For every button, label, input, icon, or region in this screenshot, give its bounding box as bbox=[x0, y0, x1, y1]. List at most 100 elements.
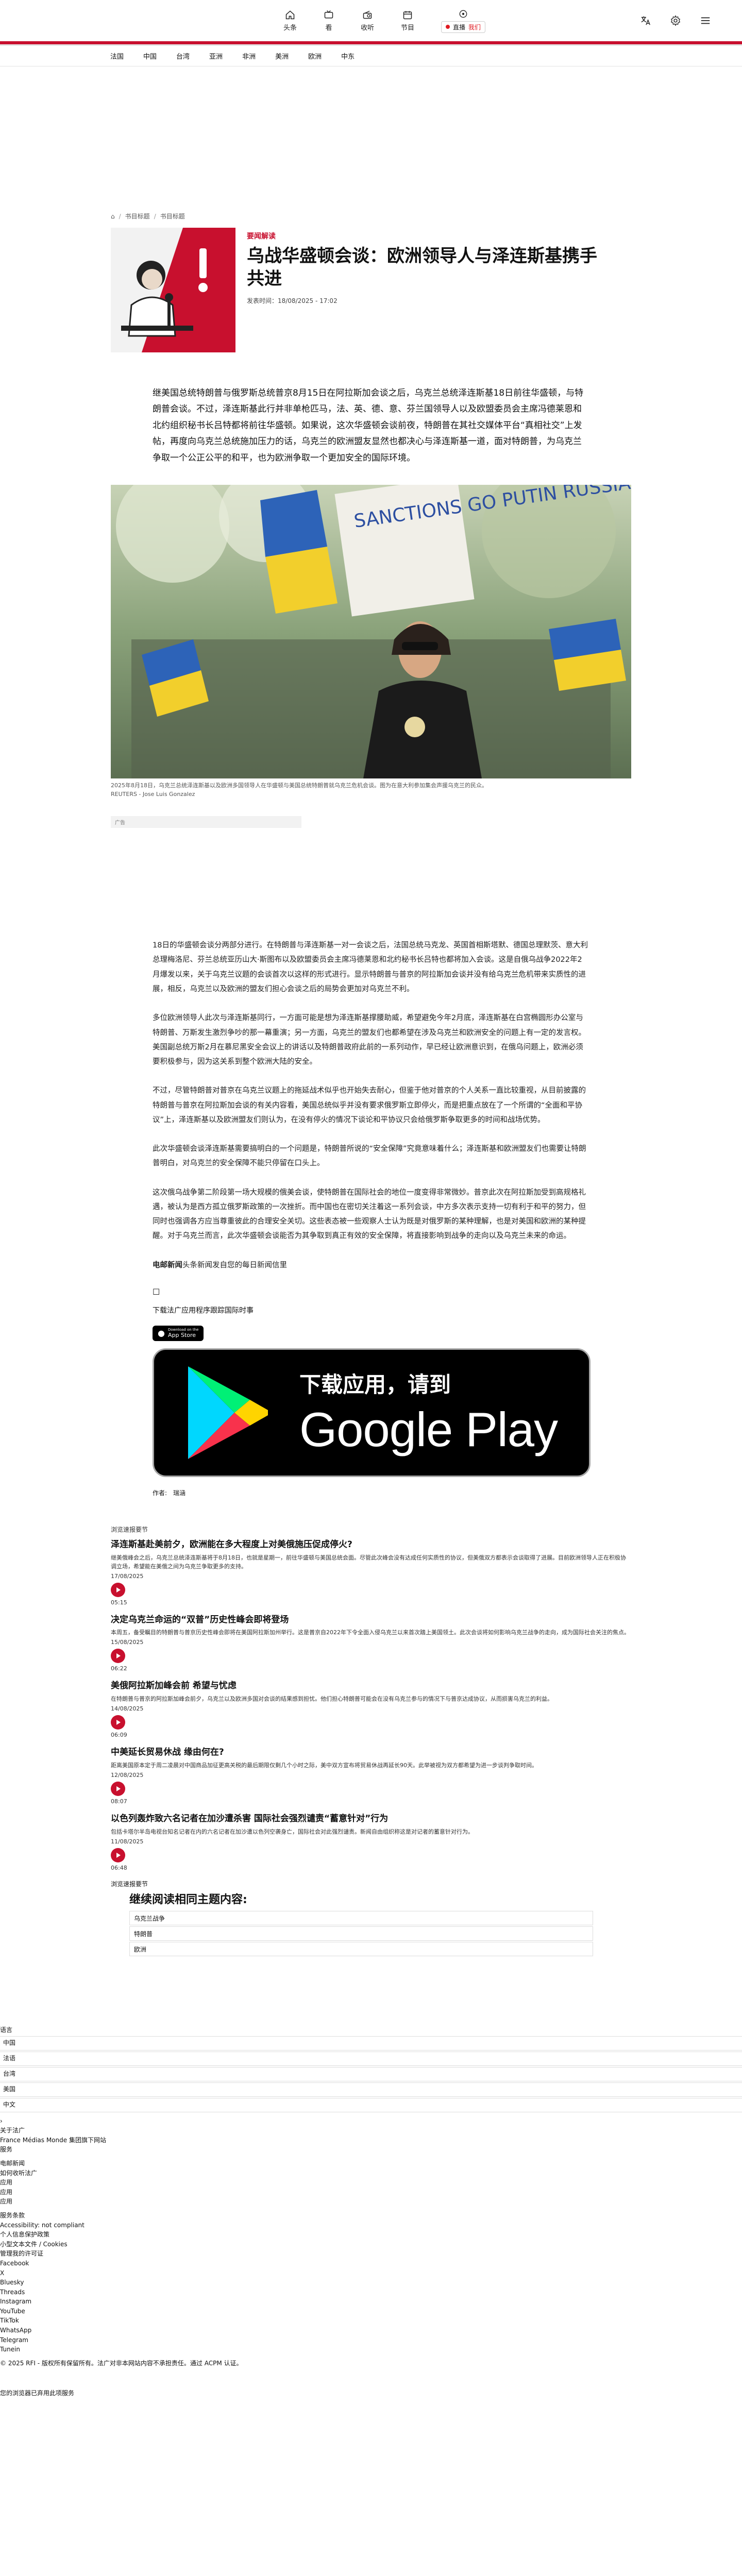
translate-icon[interactable] bbox=[640, 15, 651, 26]
feed-item-date: 15/08/2025 bbox=[111, 1639, 144, 1646]
play-icon[interactable] bbox=[111, 1582, 125, 1597]
feed-item-duration: 06:22 bbox=[111, 1665, 127, 1672]
feed-item-title[interactable]: 泽连斯基赴美前夕，欧洲能在多大程度上对美俄施压促成停火? bbox=[111, 1539, 631, 1551]
language-option[interactable]: 台湾 bbox=[0, 2066, 742, 2081]
section-link-taiwan[interactable]: 台湾 bbox=[176, 51, 190, 61]
footer-link[interactable]: France Médias Monde 集团旗下网站 bbox=[0, 2136, 742, 2145]
language-option[interactable]: 法语 bbox=[0, 2051, 742, 2066]
section-link-americas[interactable]: 美洲 bbox=[275, 51, 289, 61]
section-link-middle-east[interactable]: 中东 bbox=[341, 51, 355, 61]
feed-item[interactable]: 以色列轰炸致六名记者在加沙遭杀害 国际社会强烈谴责“蓄意针对”行为 包括卡塔尔半… bbox=[111, 1813, 631, 1871]
related-topics-title: 继续阅读相同主题内容: bbox=[129, 1893, 247, 1907]
footer-social-link[interactable]: TikTok bbox=[0, 2316, 742, 2326]
news-feed: 浏览速报要节 泽连斯基赴美前夕，欧洲能在多大程度上对美俄施压促成停火? 继美俄峰… bbox=[111, 1525, 631, 1957]
feed-item-desc: 本周五，备受瞩目的特朗普与普京历史性峰会即将在美国阿拉斯加州举行。这是普京自20… bbox=[111, 1629, 630, 1636]
live-label: 直播 bbox=[453, 23, 466, 31]
nav-listen[interactable]: 收听 bbox=[361, 10, 374, 32]
live-pill: 直播 我们 bbox=[441, 21, 486, 33]
footer-legal-social: 服务条款 Accessibility: not compliant 个人信息保护… bbox=[0, 2211, 742, 2354]
footer-social-link[interactable]: Facebook bbox=[0, 2259, 742, 2268]
breadcrumb-separator: / bbox=[119, 212, 121, 220]
bookmark-icon[interactable]: ☐ bbox=[153, 1287, 589, 1297]
section-link-asia[interactable]: 亚洲 bbox=[209, 51, 223, 61]
feed-item-title[interactable]: 以色列轰炸致六名记者在加沙遭杀害 国际社会强烈谴责“蓄意针对”行为 bbox=[111, 1813, 631, 1825]
section-link-africa[interactable]: 非洲 bbox=[242, 51, 256, 61]
footer-social-link[interactable]: YouTube bbox=[0, 2307, 742, 2316]
newsletter-promo-bold: 电邮新闻 bbox=[153, 1261, 182, 1269]
photo-caption: 2025年8月18日，乌克兰总统泽连斯基以及欧洲多国领导人在华盛顿与美国总统特朗… bbox=[111, 782, 631, 799]
footer-about: › 关于法广 France Médias Monde 集团旗下网站 服务 bbox=[0, 2116, 742, 2155]
topic-link[interactable]: 乌克兰战争 bbox=[129, 1911, 593, 1926]
footer-link[interactable]: 服务 bbox=[0, 2145, 742, 2155]
browser-note: 您的浏览器已弃用此项服务 bbox=[0, 2389, 75, 2397]
menu-icon[interactable] bbox=[700, 15, 711, 26]
footer-social-link[interactable]: Threads bbox=[0, 2287, 742, 2297]
footer-link[interactable]: 应用 bbox=[0, 2197, 742, 2207]
app-store-badge[interactable]: ● Download on the App Store bbox=[153, 1325, 204, 1341]
feed-item-desc: 距离美国原本定于周二凌晨对中国商品加征更高关税的最后期限仅剩几个小时之际，美中双… bbox=[111, 1762, 537, 1769]
footer-link[interactable]: 电邮新闻 bbox=[0, 2159, 742, 2168]
footer-services: 电邮新闻 如何收听法广 应用 应用 应用 bbox=[0, 2159, 742, 2207]
footer-link[interactable]: 应用 bbox=[0, 2188, 742, 2197]
footer-link[interactable]: 管理我的许可证 bbox=[0, 2249, 742, 2259]
play-icon[interactable] bbox=[111, 1649, 125, 1664]
footer-social-link[interactable]: Tunein bbox=[0, 2345, 742, 2354]
article-kicker[interactable]: 要闻解读 bbox=[247, 231, 597, 241]
nav-watch-label: 看 bbox=[325, 24, 332, 32]
footer-link[interactable]: 服务条款 bbox=[0, 2211, 742, 2221]
language-option[interactable]: 美国 bbox=[0, 2082, 742, 2097]
topic-link[interactable]: 欧洲 bbox=[129, 1942, 593, 1957]
article-paragraph: 多位欧洲领导人此次与泽连斯基同行，一方面可能是想为泽连斯基撑腰助威，希望避免今年… bbox=[153, 1014, 586, 1066]
section-link-france[interactable]: 法国 bbox=[110, 51, 124, 61]
article-paragraph: 不过，尽管特朗普对普京在乌克兰议题上的拖延战术似乎也开始失去耐心，但鉴于他对普京… bbox=[153, 1087, 586, 1124]
play-icon[interactable] bbox=[111, 1848, 125, 1863]
feed-item-desc: 包括卡塔尔半岛电视台知名记者在内的六名记者在加沙遭以色列空袭身亡，国际社会对此强… bbox=[111, 1828, 474, 1835]
home-icon[interactable]: ⌂ bbox=[111, 213, 115, 220]
footer-link[interactable]: Accessibility: not compliant bbox=[0, 2221, 742, 2230]
play-icon[interactable] bbox=[111, 1715, 125, 1730]
footer-link[interactable]: 个人信息保护政策 bbox=[0, 2230, 742, 2240]
download-app-text: 下载法广应用程序跟踪国际时事 bbox=[153, 1306, 254, 1315]
feed-item-duration: 06:09 bbox=[111, 1732, 127, 1739]
settings-icon[interactable] bbox=[670, 15, 681, 26]
nav-headlines[interactable]: 头条 bbox=[283, 10, 297, 32]
feed-item-title[interactable]: 美俄阿拉斯加峰会前 希望与忧虑 bbox=[111, 1680, 631, 1692]
footer-link[interactable]: 应用 bbox=[0, 2178, 742, 2188]
footer-link[interactable]: 小型文本文件 / Cookies bbox=[0, 2240, 742, 2249]
feed-item[interactable]: 泽连斯基赴美前夕，欧洲能在多大程度上对美俄施压促成停火? 继美俄峰会之后，乌克兰… bbox=[111, 1539, 631, 1606]
article-lead: 继美国总统特朗普与俄罗斯总统普京8月15日在阿拉斯加会谈之后，乌克兰总统泽连斯基… bbox=[153, 388, 584, 463]
footer-social-link[interactable]: Instagram bbox=[0, 2297, 742, 2307]
footer-social-link[interactable]: X bbox=[0, 2268, 742, 2278]
photo-caption-text: 2025年8月18日，乌克兰总统泽连斯基以及欧洲多国领导人在华盛顿与美国总统特朗… bbox=[111, 782, 487, 789]
feed-item-title[interactable]: 决定乌克兰命运的“双普”历史性峰会即将登场 bbox=[111, 1614, 631, 1626]
calendar-icon bbox=[403, 11, 412, 19]
publish-date: 发表时间：18/08/2025 - 17:02 bbox=[247, 297, 338, 305]
article-author: 作者: 瑞涵 bbox=[153, 1489, 186, 1497]
footer-social-link[interactable]: Bluesky bbox=[0, 2278, 742, 2287]
article-paragraph: 此次华盛顿会谈泽连斯基需要搞明白的一个问题是，特朗普所说的“安全保障”究竟意味着… bbox=[153, 1145, 586, 1168]
feed-item[interactable]: 中美延长贸易休战 缘由何在? 距离美国原本定于周二凌晨对中国商品加征更高关税的最… bbox=[111, 1747, 631, 1805]
breadcrumb-item[interactable]: 书目标题 bbox=[160, 212, 185, 221]
footer-link[interactable]: 如何收听法广 bbox=[0, 2168, 742, 2178]
footer-link[interactable]: 关于法广 bbox=[0, 2126, 742, 2136]
section-link-europe[interactable]: 欧洲 bbox=[308, 51, 322, 61]
language-option[interactable]: 中国 bbox=[0, 2036, 742, 2050]
play-icon[interactable] bbox=[111, 1782, 125, 1797]
language-option[interactable]: 中文 bbox=[0, 2097, 742, 2112]
feed-item[interactable]: 决定乌克兰命运的“双普”历史性峰会即将登场 本周五，备受瞩目的特朗普与普京历史性… bbox=[111, 1614, 631, 1672]
google-play-badge[interactable]: 下载应用，请到 Google Play bbox=[153, 1348, 591, 1477]
section-link-china[interactable]: 中国 bbox=[143, 51, 157, 61]
section-nav: 法国 中国 台湾 亚洲 非洲 美洲 欧洲 中东 bbox=[0, 46, 742, 66]
topic-link[interactable]: 特朗普 bbox=[129, 1926, 593, 1941]
newsletter-promo-text: 头条新闻发自您的每日新闻信里 bbox=[182, 1261, 287, 1269]
feed-item[interactable]: 美俄阿拉斯加峰会前 希望与忧虑 在特朗普与普京的阿拉斯加峰会前夕，乌克兰以及欧洲… bbox=[111, 1680, 631, 1738]
footer-social-link[interactable]: WhatsApp bbox=[0, 2326, 742, 2335]
breadcrumb-separator: / bbox=[154, 212, 156, 220]
nav-watch[interactable]: 看 bbox=[324, 10, 334, 32]
nav-live[interactable]: 直播 我们 bbox=[441, 9, 486, 33]
footer-social-link[interactable]: Telegram bbox=[0, 2335, 742, 2345]
breadcrumb-item[interactable]: 书目标题 bbox=[125, 212, 150, 221]
newsletter-promo[interactable]: 电邮新闻头条新闻发自您的每日新闻信里 bbox=[153, 1258, 589, 1273]
feed-item-title[interactable]: 中美延长贸易休战 缘由何在? bbox=[111, 1747, 631, 1759]
nav-programs[interactable]: 节目 bbox=[401, 10, 414, 32]
